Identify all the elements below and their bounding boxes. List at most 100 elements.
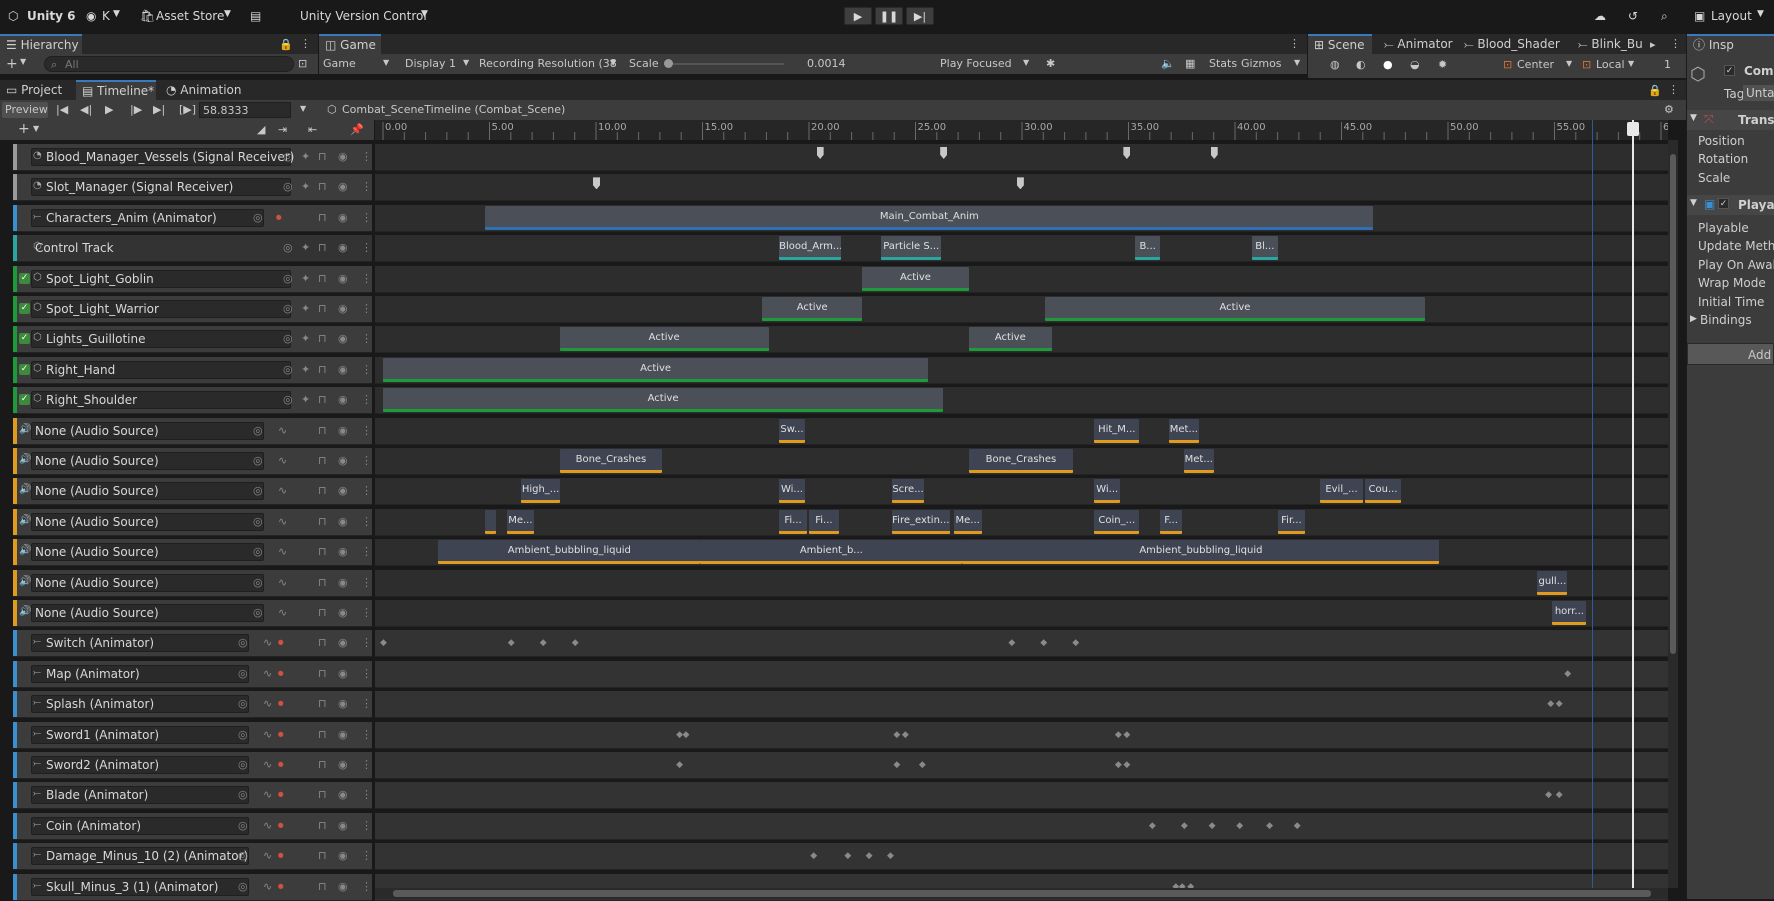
more-icon[interactable]: ⋮	[361, 272, 372, 285]
track-lane[interactable]	[375, 174, 1668, 202]
eye-icon[interactable]: ◉	[338, 515, 348, 528]
timeline-clip[interactable]: Me...	[506, 509, 535, 534]
lock-icon[interactable]: ⊓	[318, 667, 327, 680]
display-mode-dropdown[interactable]: Game	[323, 57, 356, 70]
more-icon[interactable]: ⋮	[361, 180, 372, 193]
track-header[interactable]: 🔊 None (Audio Source) ◎ ∿ ⊓ ◉ ⋮	[13, 478, 372, 506]
pin-icon[interactable]: ✦	[301, 241, 310, 254]
track-lane[interactable]: High_... Wi... Scre... Wi... Evil_... Cou...	[375, 478, 1668, 506]
keyframe-marker[interactable]: ◆	[1123, 730, 1130, 740]
target-icon[interactable]: ◎	[283, 180, 293, 193]
more-icon[interactable]: ⋮	[361, 515, 372, 528]
add-component-button[interactable]: Add C	[1687, 343, 1774, 365]
shaded-icon[interactable]: ◐	[1356, 58, 1366, 71]
curves-icon[interactable]: ∿	[263, 728, 272, 741]
eye-icon[interactable]: ◉	[338, 576, 348, 589]
add-icon[interactable]: +	[6, 56, 18, 72]
lock-icon[interactable]: ⊓	[318, 606, 327, 619]
target-icon[interactable]: ◎	[283, 332, 293, 345]
horizontal-scrollbar-thumb[interactable]	[393, 890, 1651, 897]
track-lane[interactable]: Me... Fi... Fi... Fire_extin... Me... Coin_..…	[375, 508, 1668, 536]
eye-icon[interactable]: ◉	[338, 302, 348, 315]
target-icon[interactable]: ◎	[253, 424, 263, 437]
gizmos-dropdown[interactable]: Gizmos	[1241, 57, 1282, 70]
timeline-clip[interactable]: Fir...	[1277, 509, 1306, 534]
keyframe-marker[interactable]: ◆	[844, 851, 851, 861]
target-icon[interactable]: ◎	[238, 758, 248, 771]
track-active-checkbox[interactable]: ✓	[19, 394, 30, 406]
curves-icon[interactable]: ∿	[278, 484, 287, 497]
target-icon[interactable]: ◎	[253, 211, 263, 224]
track-header[interactable]: ⤚ Skull_Minus_3 (1) (Animator) ◎ ⏺ ∿ ⊓ ◉ ⋮	[13, 873, 372, 901]
target-icon[interactable]: ◎	[283, 393, 293, 406]
keyframe-marker[interactable]: ◆	[676, 760, 683, 770]
timeline-clip[interactable]: Fi...	[779, 509, 807, 534]
track-active-checkbox[interactable]: ✓	[19, 272, 30, 284]
more-icon[interactable]: ⋮	[361, 758, 372, 771]
tag-dropdown[interactable]: Unta	[1743, 85, 1774, 101]
eye-icon[interactable]: ◉	[338, 180, 348, 193]
lock-icon[interactable]: ⊓	[318, 576, 327, 589]
track-header[interactable]: ⤚ Map (Animator) ◎ ⏺ ∿ ⊓ ◉ ⋮	[13, 660, 372, 688]
ripple-icon[interactable]: ⇥	[278, 123, 287, 136]
track-lane[interactable]: gull...	[375, 569, 1668, 597]
play-icon[interactable]: ▶	[105, 103, 113, 116]
timeline-clip[interactable]	[485, 509, 496, 534]
timeline-clip[interactable]: Active	[968, 327, 1052, 352]
track-header[interactable]: ✓ ⬡ Lights_Guillotine ◎ ✦ ⊓ ◉ ⋮	[13, 326, 372, 354]
keyframe-marker[interactable]: ◆	[810, 851, 817, 861]
display-dropdown[interactable]: Display 1	[405, 57, 456, 70]
lock-icon[interactable]: ⊓	[318, 545, 327, 558]
timeline-clip[interactable]: Sw...	[779, 418, 805, 443]
target-icon[interactable]: ◎	[238, 697, 248, 710]
eye-icon[interactable]: ◉	[338, 728, 348, 741]
record-icon[interactable]: ⏺	[278, 667, 284, 681]
more-icon[interactable]: ⋮	[361, 393, 372, 406]
timeline-clip[interactable]: gull...	[1537, 570, 1568, 595]
more-icon[interactable]: ⋮	[1668, 83, 1679, 96]
eye-icon[interactable]: ◉	[338, 393, 348, 406]
timeline-clip[interactable]: Cou...	[1364, 479, 1402, 504]
record-icon[interactable]: ⏺	[278, 697, 284, 711]
track-lane[interactable]: Ambient_bubbling_liquid Ambient_b... Ambie…	[375, 539, 1668, 567]
keyframe-marker[interactable]: ◆	[893, 760, 900, 770]
keyframe-marker[interactable]: ◆	[1556, 790, 1563, 800]
more-icon[interactable]: ⋮	[361, 241, 372, 254]
pivot-center-dropdown[interactable]: Center	[1517, 58, 1554, 71]
lock-icon[interactable]: ⊓	[318, 819, 327, 832]
timeline-clip[interactable]: Wi...	[779, 479, 805, 504]
cloud-icon[interactable]: ☁	[1594, 9, 1606, 23]
track-lane[interactable]: Main_Combat_Anim	[375, 204, 1668, 232]
target-icon[interactable]: ◎	[283, 272, 293, 285]
timeline-clip[interactable]: Me...	[953, 509, 982, 534]
tab-project[interactable]: ▭ Project	[0, 80, 72, 100]
eye-icon[interactable]: ◉	[338, 880, 348, 893]
more-icon[interactable]: ⋮	[361, 788, 372, 801]
curves-icon[interactable]: ∿	[278, 576, 287, 589]
timeline-clip[interactable]: Active	[762, 297, 863, 321]
curves-icon[interactable]: ∿	[278, 515, 287, 528]
tab-blood-shader[interactable]: ⤚ Blood_Shader	[1458, 34, 1560, 54]
tab-inspector[interactable]: ⓘ Insp	[1687, 34, 1774, 54]
signal-marker[interactable]	[593, 177, 600, 190]
lock-icon[interactable]: ⊓	[318, 363, 327, 376]
pin-icon[interactable]: ✦	[301, 180, 310, 193]
track-lane[interactable]: ◆ ◆	[375, 691, 1668, 719]
eye-icon[interactable]: ◉	[338, 606, 348, 619]
signal-marker[interactable]	[1123, 147, 1131, 159]
timeline-clip[interactable]: Fi...	[809, 509, 839, 534]
more-icon[interactable]: ⋮	[300, 37, 311, 50]
tab-animator[interactable]: ⤚ Animator	[1378, 34, 1458, 54]
curves-icon[interactable]: ∿	[278, 454, 287, 467]
tab-hierarchy[interactable]: ☰ Hierarchy	[0, 34, 82, 54]
track-header[interactable]: ✓ ⬡ Spot_Light_Warrior ◎ ✦ ⊓ ◉ ⋮	[13, 296, 372, 323]
pin-icon[interactable]: ✦	[301, 363, 310, 376]
keyframe-marker[interactable]: ◆	[1181, 821, 1188, 831]
pin-icon[interactable]: ✦	[301, 332, 310, 345]
lock-icon[interactable]: 🔒	[279, 38, 293, 51]
record-icon[interactable]: ⏺	[276, 211, 282, 225]
pause-button[interactable]: ❚❚	[875, 7, 903, 25]
lock-icon[interactable]: ⊓	[318, 758, 327, 771]
hierarchy-search-input[interactable]: ⌕ All	[44, 56, 294, 72]
more-icon[interactable]: ⋮	[1670, 37, 1681, 50]
